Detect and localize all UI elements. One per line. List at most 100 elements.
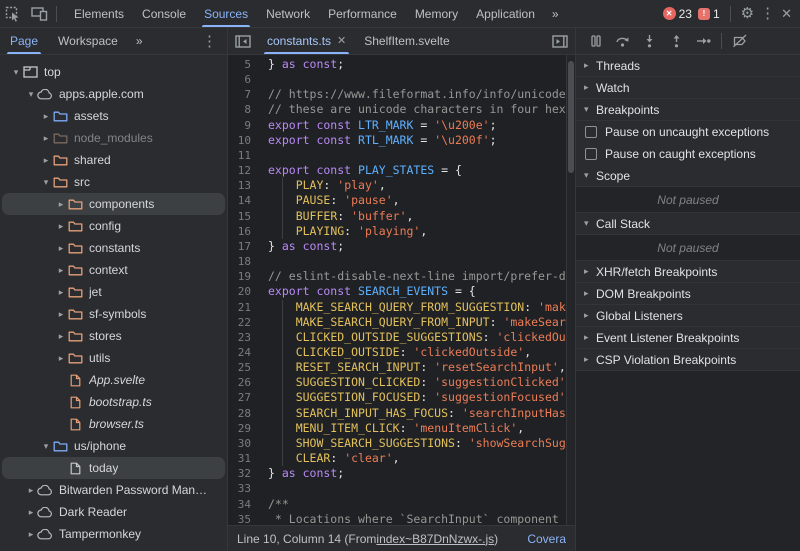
section-global-listeners[interactable]: ▸ Global Listeners [576,305,800,327]
line-number[interactable]: 14 [228,193,258,208]
tree-item-context[interactable]: ▸ context [2,259,225,281]
code-line-28[interactable]: 28 SEARCH_INPUT_HAS_FOCUS: 'searchInputH… [228,405,575,421]
tree-item-node-modules[interactable]: ▸ node_modules [2,127,225,149]
line-number[interactable]: 19 [228,269,258,284]
code-view[interactable]: 5} as const; 6 7 // https://www.fileformat.… [228,55,575,525]
chevron-right-icon[interactable]: ▸ [55,199,67,210]
chevron-right-icon[interactable]: ▸ [584,82,596,93]
chevron-right-icon[interactable]: ▸ [55,287,67,298]
line-number[interactable]: 32 [228,466,258,481]
tab-sources[interactable]: Sources [195,0,257,27]
chevron-right-icon[interactable]: ▸ [584,266,596,277]
error-badge[interactable]: ✕ 23 [662,7,692,21]
code-line-33[interactable]: 33 [228,481,575,496]
close-icon[interactable]: ✕ [781,7,792,20]
code-line-29[interactable]: 29 MENU_ITEM_CLICK: 'menuItemClick', [228,420,575,436]
tree-item-dark-reader[interactable]: ▸ Dark Reader [2,501,225,523]
section-csp-violation-breakpoints[interactable]: ▸ CSP Violation Breakpoints [576,349,800,371]
section-dom-breakpoints[interactable]: ▸ DOM Breakpoints [576,283,800,305]
code-line-32[interactable]: 32} as const; [228,466,575,481]
chevron-right-icon[interactable]: ▸ [25,529,37,540]
hide-navigator-icon[interactable] [231,29,255,53]
line-number[interactable]: 6 [228,72,258,87]
tree-item-bitwarden-password-man[interactable]: ▸ Bitwarden Password Man… [2,479,225,501]
tab-elements[interactable]: Elements [65,0,133,27]
chevron-down-icon[interactable]: ▾ [584,170,596,181]
checkbox-pause-on-uncaught-exceptions[interactable]: Pause on uncaught exceptions [576,121,800,143]
line-number[interactable]: 24 [228,345,258,360]
code-line-18[interactable]: 18 [228,254,575,269]
tree-item-shared[interactable]: ▸ shared [2,149,225,171]
show-debugger-icon[interactable] [548,29,572,53]
checkbox-icon[interactable] [585,148,597,160]
line-number[interactable]: 9 [228,118,258,133]
chevron-right-icon[interactable]: ▸ [584,60,596,71]
line-number[interactable]: 35 [228,512,258,525]
checkbox-icon[interactable] [585,126,597,138]
tree-item-utils[interactable]: ▸ utils [2,347,225,369]
line-number[interactable]: 22 [228,315,258,330]
section-watch[interactable]: ▸ Watch [576,77,800,99]
line-number[interactable]: 26 [228,375,258,390]
chevron-right-icon[interactable]: ▸ [55,309,67,320]
code-line-31[interactable]: 31 CLEAR: 'clear', [228,451,575,467]
code-line-5[interactable]: 5} as const; [228,57,575,72]
line-number[interactable]: 20 [228,284,258,299]
line-number[interactable]: 31 [228,451,258,466]
code-line-13[interactable]: 13 PLAY: 'play', [228,178,575,194]
code-line-15[interactable]: 15 BUFFER: 'buffer', [228,208,575,224]
tab-performance[interactable]: Performance [319,0,406,27]
more-tabs-button[interactable]: » [544,7,568,21]
chevron-right-icon[interactable]: ▸ [584,354,596,365]
tab-console[interactable]: Console [133,0,195,27]
tree-item-top[interactable]: ▾ top [2,61,225,83]
line-number[interactable]: 34 [228,497,258,512]
section-xhr-fetch-breakpoints[interactable]: ▸ XHR/fetch Breakpoints [576,261,800,283]
code-line-11[interactable]: 11 [228,148,575,163]
tree-item-app-svelte[interactable]: App.svelte [2,369,225,391]
line-number[interactable]: 17 [228,239,258,254]
chevron-right-icon[interactable]: ▸ [40,155,52,166]
line-number[interactable]: 23 [228,330,258,345]
navigator-kebab-menu-icon[interactable]: ⋮ [202,34,227,49]
chevron-down-icon[interactable]: ▾ [584,218,596,229]
tab-memory[interactable]: Memory [406,0,467,27]
navigator-tab-workspace[interactable]: Workspace [48,28,128,54]
pause-script-icon[interactable] [582,30,609,53]
code-line-34[interactable]: 34 /** [228,497,575,512]
step-into-icon[interactable] [636,30,663,53]
code-line-8[interactable]: 8 // these are unicode characters in four… [228,102,575,117]
tree-item-today[interactable]: today [2,457,225,479]
section-breakpoints[interactable]: ▾ Breakpoints [576,99,800,121]
line-number[interactable]: 33 [228,481,258,496]
chevron-right-icon[interactable]: ▸ [584,332,596,343]
chevron-down-icon[interactable]: ▾ [10,67,22,78]
tree-item-constants[interactable]: ▸ constants [2,237,225,259]
chevron-right-icon[interactable]: ▸ [55,353,67,364]
coverage-link[interactable]: Covera [527,532,566,546]
kebab-menu-icon[interactable]: ⋮ [760,6,775,21]
code-line-7[interactable]: 7 // https://www.fileformat.info/info/uni… [228,87,575,102]
chevron-right-icon[interactable]: ▸ [55,265,67,276]
tree-item-jet[interactable]: ▸ jet [2,281,225,303]
tree-item-bootstrap-ts[interactable]: bootstrap.ts [2,391,225,413]
editor-scrollbar[interactable] [566,55,575,525]
code-line-27[interactable]: 27 SUGGESTION_FOCUSED: 'suggestionFocuse… [228,390,575,406]
code-line-23[interactable]: 23 CLICKED_OUTSIDE_SUGGESTIONS: 'clicked… [228,329,575,345]
checkbox-pause-on-caught-exceptions[interactable]: Pause on caught exceptions [576,143,800,165]
chevron-right-icon[interactable]: ▸ [25,507,37,518]
chevron-right-icon[interactable]: ▸ [25,485,37,496]
step-out-icon[interactable] [663,30,690,53]
line-number[interactable]: 28 [228,406,258,421]
tree-item-apps-apple-com[interactable]: ▾ apps.apple.com [2,83,225,105]
code-line-35[interactable]: 35 * Locations where `SearchInput` compo… [228,512,575,525]
tab-network[interactable]: Network [257,0,319,27]
code-line-20[interactable]: 20 export const SEARCH_EVENTS = { [228,284,575,299]
step-icon[interactable] [690,30,717,53]
chevron-right-icon[interactable]: ▸ [55,243,67,254]
editor-tab-shelfitem-svelte[interactable]: ShelfItem.svelte [355,28,458,54]
tree-item-sf-symbols[interactable]: ▸ sf-symbols [2,303,225,325]
chevron-right-icon[interactable]: ▸ [55,221,67,232]
line-number[interactable]: 18 [228,254,258,269]
code-line-25[interactable]: 25 RESET_SEARCH_INPUT: 'resetSearchInput… [228,360,575,376]
